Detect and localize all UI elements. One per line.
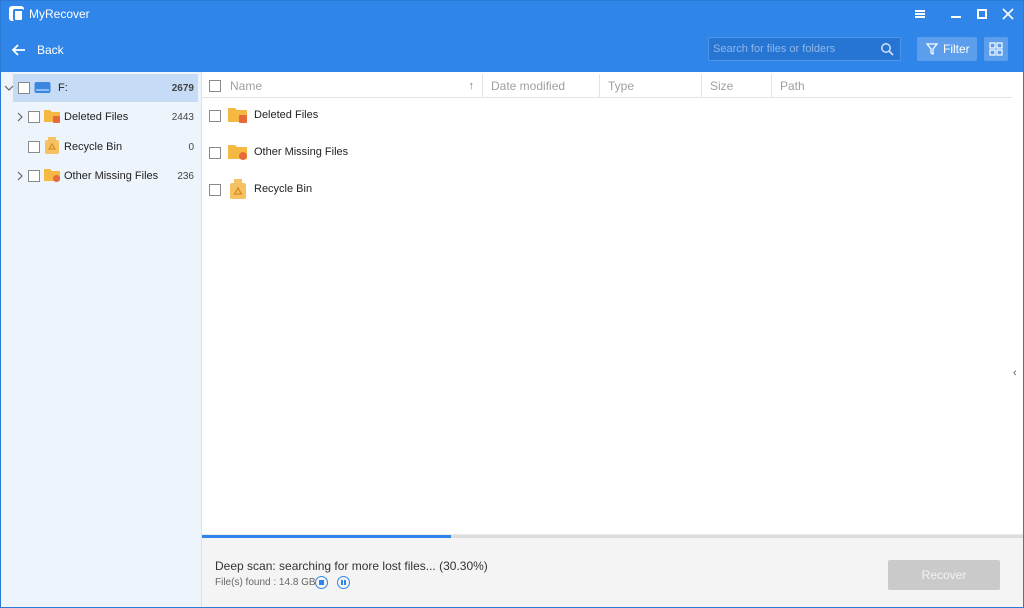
chevron-right-icon[interactable] <box>15 171 25 181</box>
column-date-modified[interactable]: Date modified <box>483 74 600 98</box>
scan-status-text: Deep scan: searching for more lost files… <box>215 559 488 573</box>
sidebar-item-other-missing-files[interactable]: Other Missing Files 236 <box>1 162 201 190</box>
app-logo-icon <box>9 6 24 22</box>
back-label: Back <box>37 43 64 57</box>
folder-deleted-icon <box>44 110 60 123</box>
chevron-right-icon[interactable] <box>15 112 25 122</box>
pause-scan-icon[interactable] <box>337 576 350 589</box>
close-icon[interactable] <box>995 4 1021 24</box>
files-found-text: File(s) found : 14.8 GB <box>215 577 316 588</box>
header-bar: MyRecover Back Search for files or folde… <box>1 1 1023 72</box>
sidebar-item-deleted-files[interactable]: Deleted Files 2443 <box>1 103 201 131</box>
other-missing-checkbox[interactable] <box>28 170 40 182</box>
column-type-label: Type <box>608 79 635 93</box>
table-row[interactable]: Recycle Bin <box>202 176 1012 204</box>
title-bar: MyRecover <box>1 1 1023 27</box>
recycle-bin-icon <box>45 137 59 154</box>
filter-label: Filter <box>943 42 970 56</box>
app-window: MyRecover Back Search for files or folde… <box>0 0 1024 608</box>
grid-view-icon <box>989 42 1003 56</box>
drive-icon <box>34 82 51 93</box>
chevron-down-icon[interactable] <box>4 83 14 93</box>
grid-view-button[interactable] <box>984 37 1008 61</box>
column-size-label: Size <box>710 79 734 93</box>
column-name[interactable]: Name ↑ <box>222 74 483 98</box>
table-row[interactable]: Deleted Files <box>202 102 1012 130</box>
minimize-icon[interactable] <box>943 4 969 24</box>
folder-deleted-icon <box>228 108 247 123</box>
sidebar-item-label: Other Missing Files <box>64 170 159 182</box>
column-path-label: Path <box>780 79 805 93</box>
row-name: Recycle Bin <box>254 183 313 195</box>
search-box[interactable] <box>708 37 901 61</box>
search-icon[interactable] <box>880 42 894 56</box>
app-title: MyRecover <box>29 7 90 21</box>
sort-ascending-icon[interactable]: ↑ <box>469 74 475 98</box>
recover-button[interactable]: Recover <box>888 560 1000 590</box>
drive-count: 2679 <box>171 83 194 94</box>
back-arrow-icon <box>11 44 25 56</box>
drive-checkbox[interactable] <box>18 82 30 94</box>
column-path[interactable]: Path <box>772 74 1012 98</box>
filter-button[interactable]: Filter <box>917 37 977 61</box>
sidebar-item-recycle-bin[interactable]: Recycle Bin 0 <box>1 133 201 161</box>
select-all-checkbox[interactable] <box>209 80 221 92</box>
row-checkbox[interactable] <box>209 147 221 159</box>
folder-missing-icon <box>44 169 60 182</box>
file-list-panel: Name ↑ Date modified Type Size Path Dele… <box>202 72 1023 534</box>
row-name: Other Missing Files <box>254 146 349 158</box>
table-row[interactable]: Other Missing Files <box>202 139 1012 167</box>
sidebar-item-count: 236 <box>177 171 194 182</box>
sidebar-item-label: Deleted Files <box>64 111 129 123</box>
scan-progress-bar <box>202 535 1023 538</box>
tree-item-drive[interactable]: F: 2679 <box>4 74 198 102</box>
maximize-icon[interactable] <box>969 4 995 24</box>
sidebar-item-label: Recycle Bin <box>64 141 123 153</box>
filter-icon <box>926 43 938 55</box>
column-header: Name ↑ Date modified Type Size Path <box>202 74 1012 98</box>
column-date-label: Date modified <box>491 79 566 93</box>
deleted-files-checkbox[interactable] <box>28 111 40 123</box>
row-name: Deleted Files <box>254 109 319 121</box>
column-name-label: Name <box>230 79 263 93</box>
row-checkbox[interactable] <box>209 110 221 122</box>
column-size[interactable]: Size <box>702 74 772 98</box>
menu-icon[interactable] <box>907 4 933 24</box>
sidebar-item-count: 0 <box>188 142 194 153</box>
status-bar: Deep scan: searching for more lost files… <box>202 534 1023 607</box>
folder-missing-icon <box>228 145 247 160</box>
sidebar-tree: F: 2679 Deleted Files 2443 Recycle Bin 0… <box>1 72 202 607</box>
collapse-panel-icon[interactable]: ‹ <box>1013 367 1021 381</box>
row-checkbox[interactable] <box>209 184 221 196</box>
recycle-bin-icon <box>230 179 246 199</box>
sidebar-item-count: 2443 <box>171 112 194 123</box>
column-type[interactable]: Type <box>600 74 702 98</box>
search-input[interactable] <box>713 41 875 57</box>
stop-scan-icon[interactable] <box>315 576 328 589</box>
scan-progress-fill <box>202 535 451 538</box>
drive-label: F: <box>58 82 68 94</box>
recycle-bin-checkbox[interactable] <box>28 141 40 153</box>
